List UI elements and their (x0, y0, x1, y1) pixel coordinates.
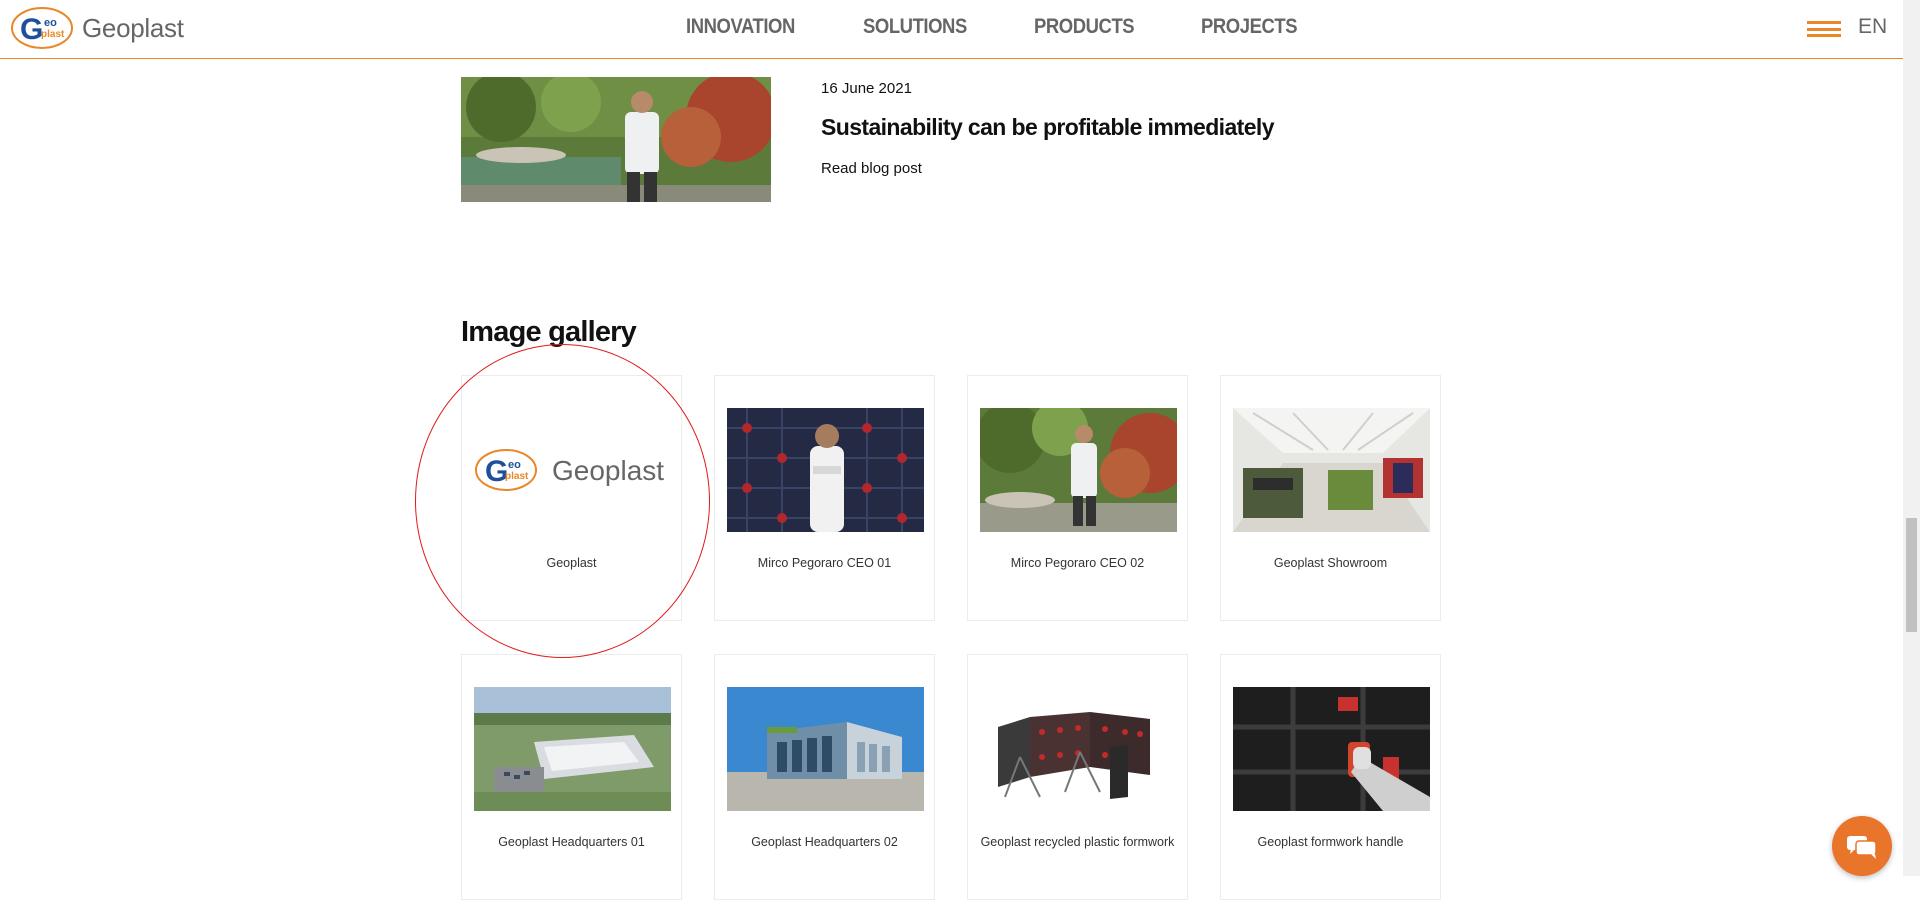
gallery-caption: Geoplast Showroom (1273, 556, 1388, 570)
gallery-thumbnail (1233, 408, 1430, 532)
gallery-thumbnail (980, 408, 1177, 532)
blog-post-date: 16 June 2021 (821, 80, 912, 97)
gallery-logo-text: Geoplast (552, 455, 664, 486)
gallery-thumbnail (727, 408, 924, 532)
scrollbar-thumb[interactable] (1906, 518, 1917, 632)
language-selector[interactable]: EN (1858, 15, 1887, 39)
chat-widget-button[interactable] (1832, 816, 1892, 876)
gallery-caption: Mirco Pegoraro CEO 02 (1010, 556, 1145, 570)
gallery-item-ceo-01[interactable]: Mirco Pegoraro CEO 01 (714, 375, 935, 621)
gallery-item-headquarters-02[interactable]: Geoplast Headquarters 02 (714, 654, 935, 900)
gallery-title: Image gallery (461, 316, 637, 348)
blog-post-image[interactable] (461, 77, 771, 202)
logo-text: Geoplast (82, 12, 184, 43)
main-nav: INNOVATION SOLUTIONS PRODUCTS PROJECTS (686, 15, 1363, 39)
gallery-caption: Geoplast Headquarters 01 (498, 835, 645, 849)
gallery-caption: Geoplast (546, 556, 597, 570)
read-blog-post-link[interactable]: Read blog post (821, 160, 922, 177)
geoplast-logo-icon: G eo plast (11, 7, 73, 49)
gallery-thumbnail (980, 687, 1177, 811)
gallery-thumbnail (727, 687, 924, 811)
svg-text:G: G (20, 13, 43, 46)
svg-text:eo: eo (44, 17, 57, 29)
nav-solutions[interactable]: SOLUTIONS (863, 15, 967, 39)
nav-products[interactable]: PRODUCTS (1034, 15, 1135, 39)
page-scrollbar[interactable] (1903, 0, 1920, 876)
gallery-thumbnail: G eo plast Geoplast (474, 408, 671, 532)
gallery-caption: Geoplast Headquarters 02 (751, 835, 898, 849)
gallery-caption: Mirco Pegoraro CEO 01 (757, 556, 892, 570)
gallery-caption: Geoplast recycled plastic formwork (980, 835, 1175, 849)
nav-innovation[interactable]: INNOVATION (686, 15, 795, 39)
chat-bubble-icon (1847, 836, 1877, 859)
svg-text:plast: plast (505, 471, 529, 482)
gallery-item-formwork-handle[interactable]: Geoplast formwork handle (1220, 654, 1441, 900)
gallery-caption: Geoplast formwork handle (1257, 835, 1404, 849)
gallery-item-showroom[interactable]: Geoplast Showroom (1220, 375, 1441, 621)
svg-text:eo: eo (508, 459, 521, 471)
gallery-item-ceo-02[interactable]: Mirco Pegoraro CEO 02 (967, 375, 1188, 621)
gallery-thumbnail (1233, 687, 1430, 811)
gallery-item-headquarters-01[interactable]: Geoplast Headquarters 01 (461, 654, 682, 900)
gallery-item-geoplast[interactable]: G eo plast Geoplast Geoplast (461, 375, 682, 621)
gallery-item-recycled-formwork[interactable]: Geoplast recycled plastic formwork (967, 654, 1188, 900)
site-header: G eo plast Geoplast INNOVATION SOLUTIONS… (0, 0, 1903, 59)
site-logo[interactable]: G eo plast Geoplast (10, 6, 184, 50)
blog-post-title[interactable]: Sustainability can be profitable immedia… (821, 114, 1275, 141)
gallery-thumbnail (474, 687, 671, 811)
nav-projects[interactable]: PROJECTS (1201, 15, 1298, 39)
hamburger-menu-icon[interactable] (1807, 21, 1841, 37)
svg-text:plast: plast (41, 29, 65, 40)
